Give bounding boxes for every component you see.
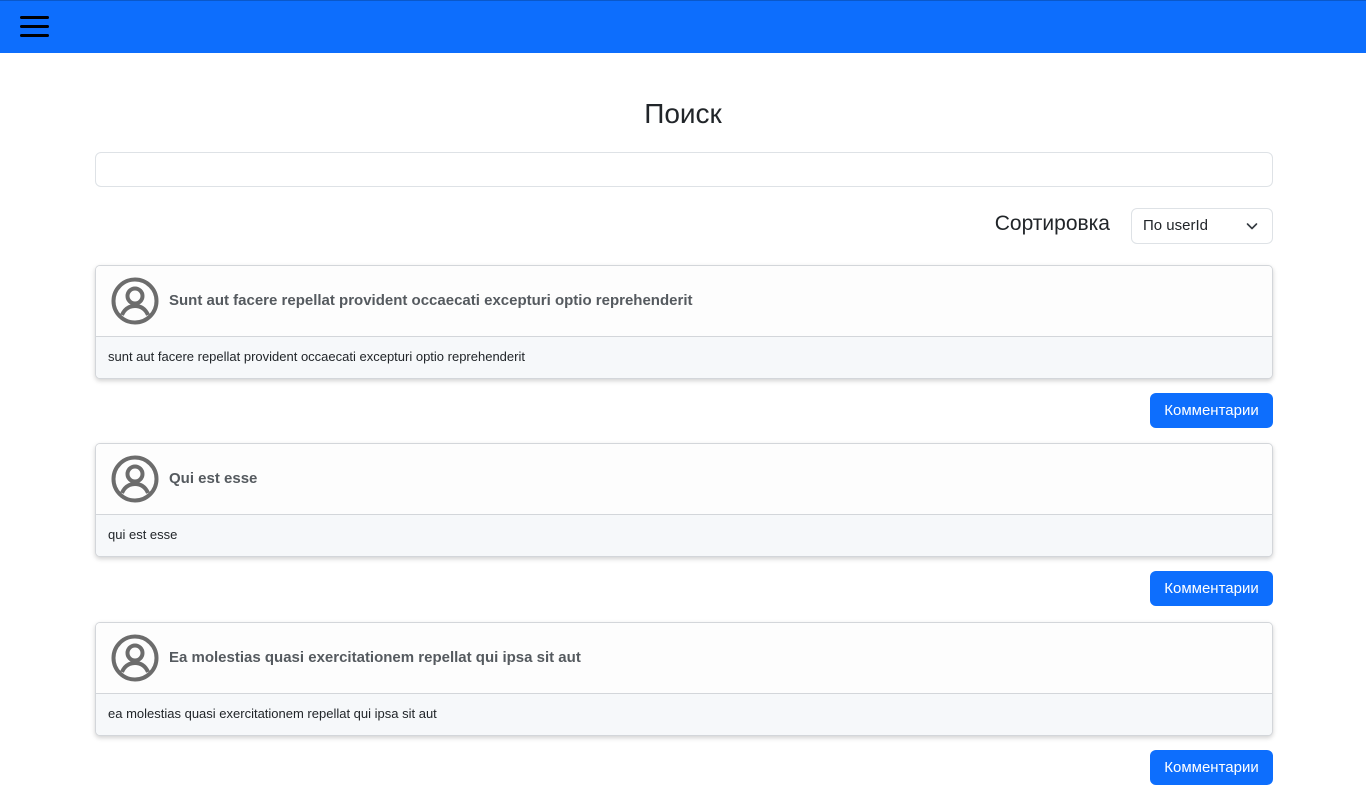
post-body: qui est esse bbox=[96, 515, 1272, 556]
sort-label: Сортировка bbox=[994, 212, 1110, 235]
post-card: Ea molestias quasi exercitationem repell… bbox=[95, 622, 1273, 736]
post-body: ea molestias quasi exercitationem repell… bbox=[96, 694, 1272, 735]
post-body: sunt aut facere repellat provident occae… bbox=[96, 337, 1272, 378]
hamburger-menu-icon[interactable] bbox=[20, 15, 49, 39]
post-header: Ea molestias quasi exercitationem repell… bbox=[96, 623, 1272, 694]
post-header: Qui est esse bbox=[96, 444, 1272, 515]
post-item: Ea molestias quasi exercitationem repell… bbox=[95, 622, 1273, 785]
post-body-text: sunt aut facere repellat provident occae… bbox=[108, 349, 525, 364]
user-avatar-icon bbox=[111, 277, 159, 325]
sort-select[interactable]: По userId bbox=[1131, 208, 1273, 244]
page-title: Поиск bbox=[644, 98, 722, 129]
post-item: Qui est esse qui est esse Комментарии bbox=[95, 443, 1273, 606]
post-item: Sunt aut facere repellat provident occae… bbox=[95, 265, 1273, 428]
post-title: Ea molestias quasi exercitationem repell… bbox=[169, 649, 581, 666]
post-card: Qui est esse qui est esse bbox=[95, 443, 1273, 557]
post-body-text: ea molestias quasi exercitationem repell… bbox=[108, 706, 437, 721]
navbar bbox=[0, 0, 1366, 53]
sort-select-value: По userId bbox=[1143, 217, 1208, 234]
post-title: Qui est esse bbox=[169, 470, 258, 487]
comments-button[interactable]: Комментарии bbox=[1150, 393, 1273, 428]
comments-button[interactable]: Комментарии bbox=[1150, 571, 1273, 606]
post-card: Sunt aut facere repellat provident occae… bbox=[95, 265, 1273, 379]
user-avatar-icon bbox=[111, 455, 159, 503]
post-title: Sunt aut facere repellat provident occae… bbox=[169, 292, 693, 309]
post-header: Sunt aut facere repellat provident occae… bbox=[96, 266, 1272, 337]
post-body-text: qui est esse bbox=[108, 527, 178, 542]
search-input[interactable] bbox=[95, 152, 1273, 187]
user-avatar-icon bbox=[111, 634, 159, 682]
chevron-down-icon bbox=[1246, 223, 1258, 230]
